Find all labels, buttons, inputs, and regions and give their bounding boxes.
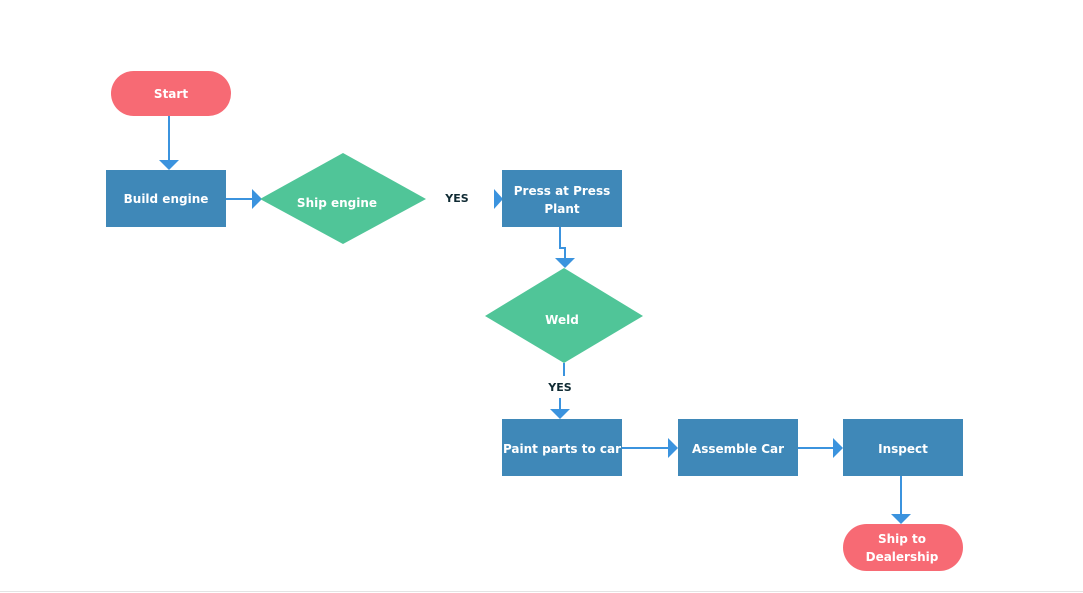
arrowhead: [833, 438, 843, 458]
svg-text:Paint parts to car: Paint parts to car: [503, 442, 621, 456]
arrowhead: [550, 409, 570, 419]
edge-label-yes: YES: [547, 381, 571, 394]
svg-text:Start: Start: [154, 87, 188, 101]
node-press[interactable]: Press at Press Plant: [502, 170, 622, 227]
arrowhead: [891, 514, 911, 524]
node-weld[interactable]: Weld: [485, 268, 643, 363]
svg-text:Ship engine: Ship engine: [297, 196, 377, 210]
node-assemble[interactable]: Assemble Car: [678, 419, 798, 476]
node-ship-engine[interactable]: Ship engine: [260, 153, 426, 244]
arrowhead: [159, 160, 179, 170]
node-inspect[interactable]: Inspect: [843, 419, 963, 476]
svg-text:Weld: Weld: [545, 313, 579, 327]
svg-text:Dealership: Dealership: [866, 550, 939, 564]
node-ship-dealership[interactable]: Ship to Dealership: [843, 524, 963, 571]
svg-text:Inspect: Inspect: [878, 442, 928, 456]
arrowhead: [494, 189, 503, 209]
node-paint[interactable]: Paint parts to car: [502, 419, 622, 476]
edge-press-weld: [559, 227, 566, 258]
flowchart: Start Build engine Ship engine YES Press…: [106, 71, 963, 571]
node-build-engine[interactable]: Build engine: [106, 170, 226, 227]
svg-text:Build engine: Build engine: [124, 192, 209, 206]
svg-text:Plant: Plant: [544, 202, 580, 216]
svg-text:Press at Press: Press at Press: [514, 184, 610, 198]
node-start[interactable]: Start: [111, 71, 231, 116]
divider: [0, 591, 1083, 592]
svg-text:Assemble Car: Assemble Car: [692, 442, 784, 456]
edge-label-yes: YES: [444, 192, 468, 205]
arrowhead: [668, 438, 678, 458]
svg-text:Ship to: Ship to: [878, 532, 926, 546]
arrowhead: [555, 258, 575, 268]
